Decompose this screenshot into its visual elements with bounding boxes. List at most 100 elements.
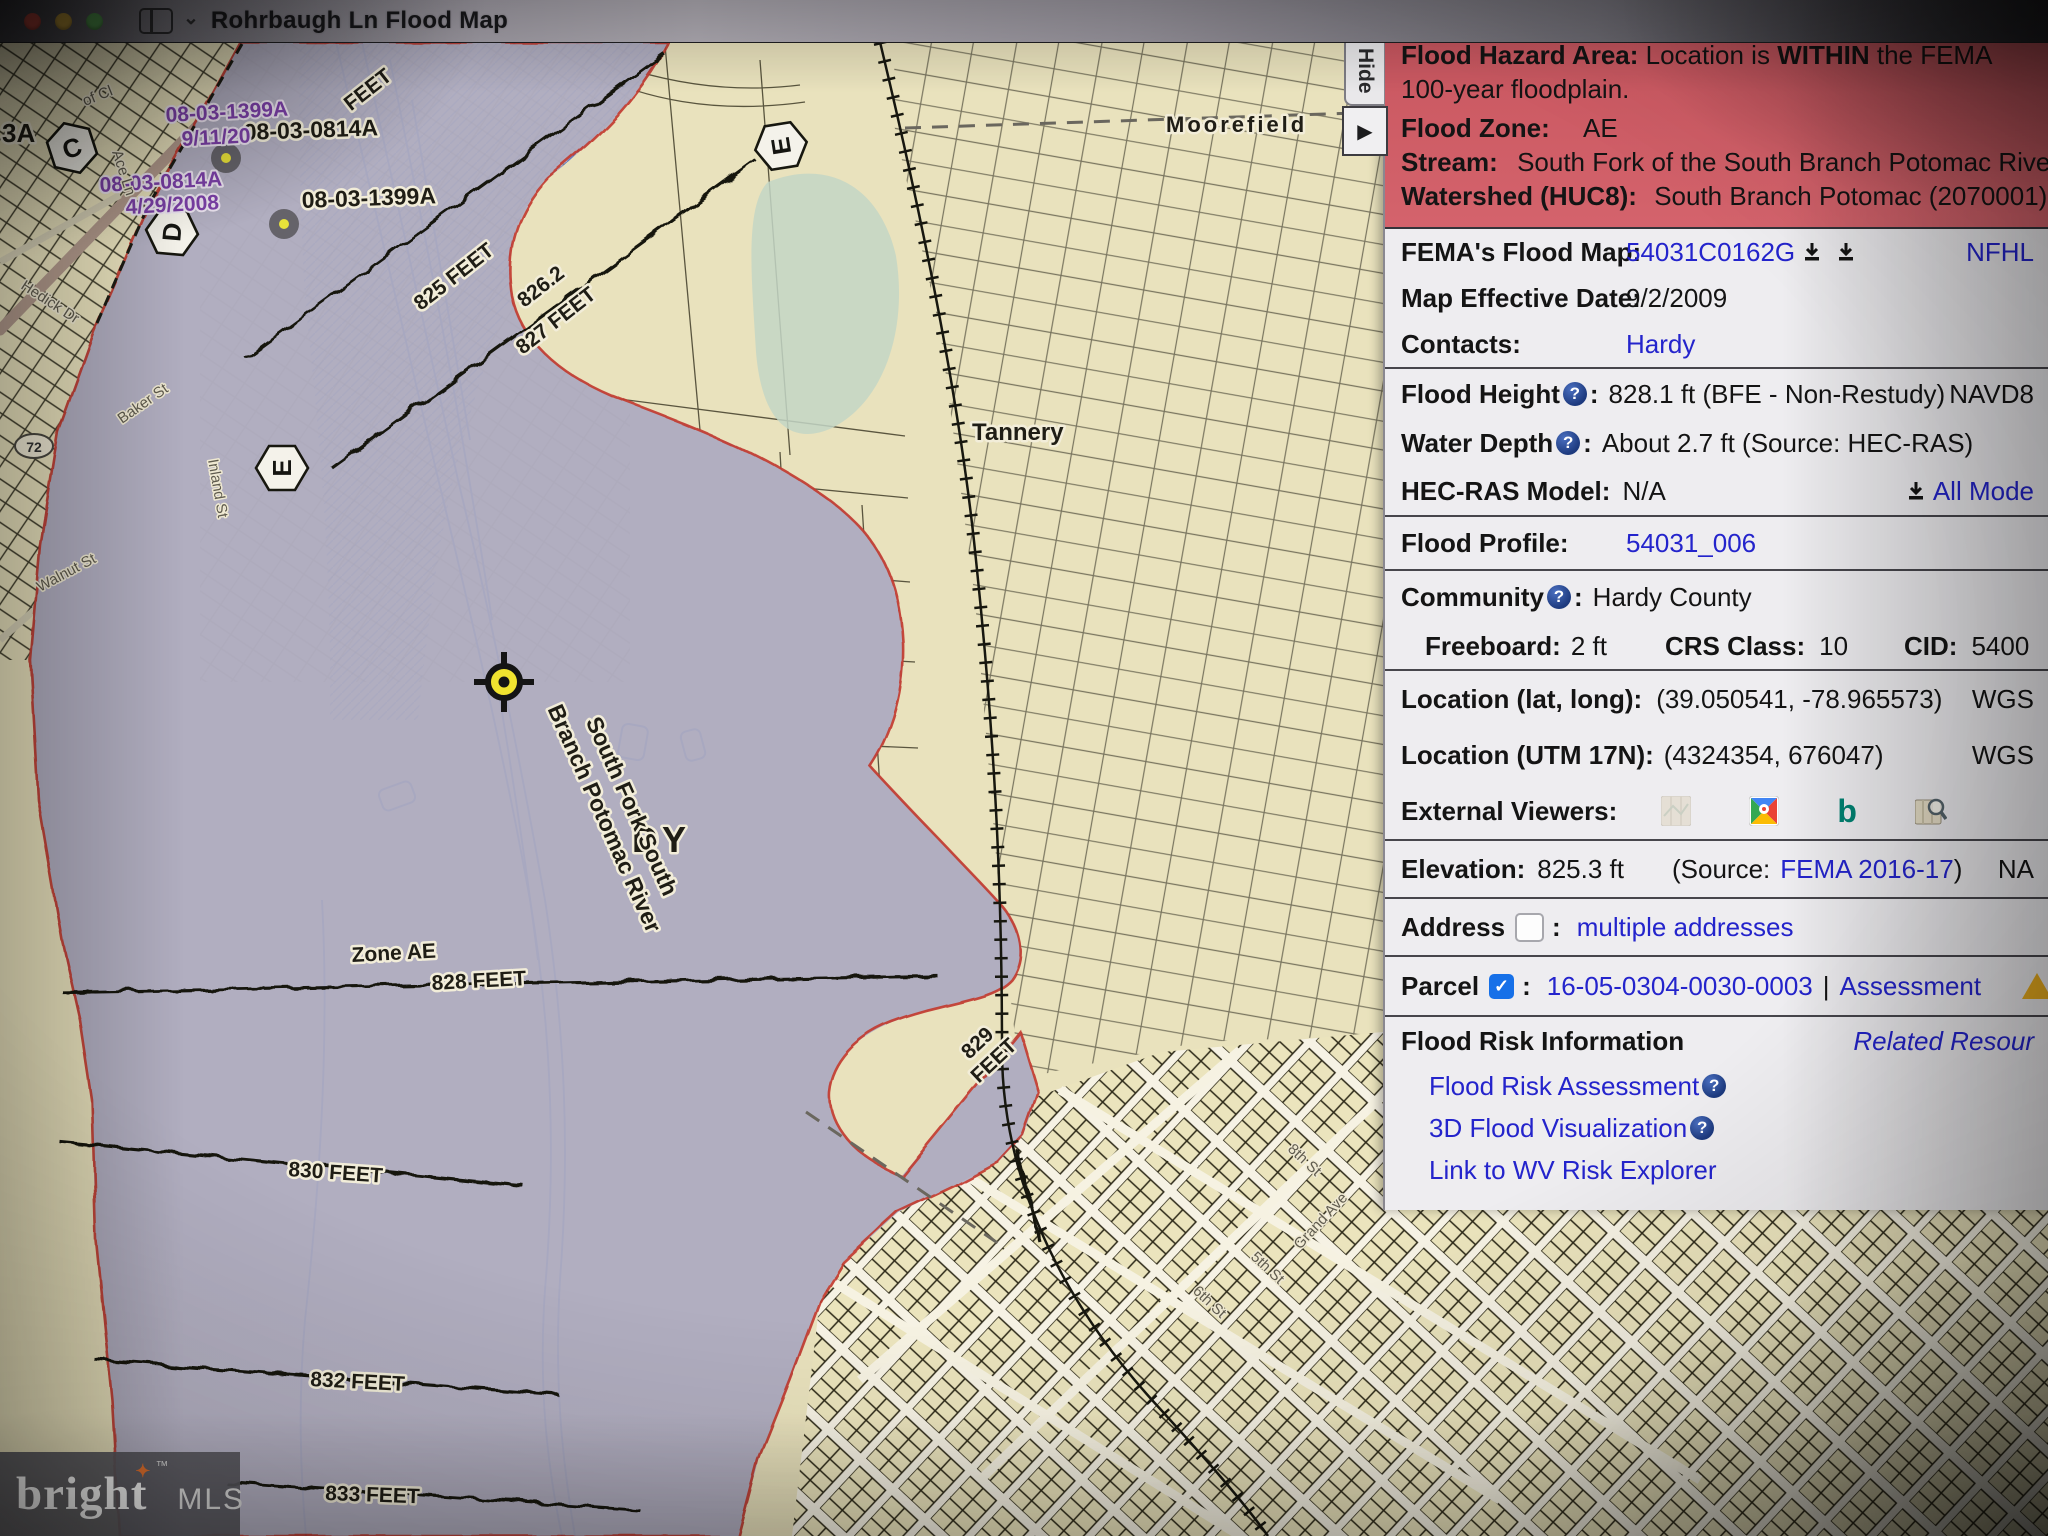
flood-profile-link[interactable]: 54031_006 xyxy=(1626,528,1756,559)
row-water-depth: Water Depth : About 2.7 ft (Source: HEC-… xyxy=(1385,419,2048,467)
latlong-datum: WGS xyxy=(1972,684,2034,715)
fema-map-label: FEMA's Flood Map: xyxy=(1401,237,1626,268)
flood-risk-assessment-link[interactable]: Flood Risk Assessment xyxy=(1429,1071,1699,1102)
hazard-line2: 100-year floodplain. xyxy=(1401,72,2034,106)
row-address: Address : multiple addresses xyxy=(1385,899,2048,955)
screen: C D E E xyxy=(0,0,2048,1536)
hazard-within: WITHIN xyxy=(1777,40,1869,70)
help-icon[interactable] xyxy=(1547,585,1571,609)
google-maps-icon[interactable] xyxy=(1749,796,1779,826)
address-checkbox[interactable] xyxy=(1515,913,1544,942)
hec-ras-label: HEC-RAS Model: xyxy=(1401,476,1610,507)
flood-risk-title: Flood Risk Information xyxy=(1401,1026,1684,1057)
window-title: Rohrbaugh Ln Flood Map xyxy=(211,7,508,35)
mls-label: MLS xyxy=(177,1483,245,1517)
row-freeboard-crs-cid: Freeboard: 2 ft CRS Class: 10 CID: 5400 xyxy=(1385,623,2048,669)
external-viewers-label: External Viewers: xyxy=(1401,796,1617,827)
cid-label: CID: xyxy=(1904,631,1957,662)
crs-class-value: 10 xyxy=(1819,631,1848,662)
fema-map-link[interactable]: 54031C0162G xyxy=(1626,237,1795,268)
window-titlebar: ⌄ Rohrbaugh Ln Flood Map xyxy=(0,0,2048,43)
flood-height-value: 828.1 ft (BFE - Non-Restudy) xyxy=(1609,379,1946,410)
zoom-window-icon[interactable] xyxy=(86,13,103,30)
help-icon[interactable] xyxy=(1563,382,1587,406)
bright-logo: bright✦™ xyxy=(16,1471,147,1518)
row-3d-flood-visualization: 3D Flood Visualization xyxy=(1385,1107,2048,1149)
close-window-icon[interactable] xyxy=(24,13,41,30)
utm-label: Location (UTM 17N): xyxy=(1401,740,1654,771)
elevation-source-link[interactable]: FEMA 2016-17 xyxy=(1780,854,1953,885)
all-models-link[interactable]: All Mode xyxy=(1933,476,2034,507)
trademark: ™ xyxy=(155,1459,169,1472)
label-bfe-833: 833 FEET xyxy=(325,1482,420,1508)
related-resources-link[interactable]: Related Resour xyxy=(1853,1026,2034,1057)
watershed-value: South Branch Potomac (2070001) xyxy=(1654,181,2047,211)
sidebar-toggle-icon[interactable] xyxy=(139,8,173,34)
flood-info-panel: Flood Hazard Area: Location is WITHIN th… xyxy=(1383,28,2048,1210)
bing-maps-icon[interactable]: b xyxy=(1837,796,1857,826)
utm-datum: WGS xyxy=(1972,740,2034,771)
latlong-label: Location (lat, long): xyxy=(1401,684,1642,715)
assessment-link[interactable]: Assessment xyxy=(1840,971,1982,1002)
row-flood-risk-assessment: Flood Risk Assessment xyxy=(1385,1065,2048,1107)
route-shield: 72 xyxy=(15,434,53,458)
community-value: Hardy County xyxy=(1593,582,1752,613)
bright-mls-watermark: bright✦™ MLS xyxy=(0,1452,240,1536)
flood-height-datum: NAVD8 xyxy=(1949,379,2034,410)
faded-map-viewer-icon[interactable] xyxy=(1661,796,1691,826)
row-wv-risk-explorer: Link to WV Risk Explorer xyxy=(1385,1149,2048,1191)
collapse-panel-arrow-button[interactable] xyxy=(1342,106,1388,156)
hide-panel-tab[interactable]: Hide xyxy=(1344,36,1384,106)
label-firm-panel-1399: 08-03-1399A xyxy=(301,182,436,213)
hex-letter: D xyxy=(156,221,188,242)
row-flood-risk-header: Flood Risk Information Related Resour xyxy=(1385,1017,2048,1065)
warning-triangle-icon xyxy=(2022,973,2048,999)
download-icon[interactable] xyxy=(1801,241,1823,263)
wv-risk-explorer-link[interactable]: Link to WV Risk Explorer xyxy=(1429,1155,1717,1186)
water-depth-label: Water Depth xyxy=(1401,428,1553,459)
hex-marker-e1: E xyxy=(256,446,308,490)
row-external-viewers: External Viewers: b xyxy=(1385,783,2048,839)
hazard-text2: the FEMA xyxy=(1877,40,1993,70)
download-icon[interactable] xyxy=(1835,241,1857,263)
help-icon[interactable] xyxy=(1690,1116,1714,1140)
map-search-icon[interactable] xyxy=(1915,796,1947,826)
flood-zone-label: Flood Zone: xyxy=(1401,113,1550,143)
contacts-link[interactable]: Hardy xyxy=(1626,329,1695,360)
freeboard-value: 2 ft xyxy=(1571,631,1607,662)
row-contacts: Contacts: Hardy xyxy=(1385,321,2048,367)
flood-visualization-link[interactable]: 3D Flood Visualization xyxy=(1429,1113,1687,1144)
row-flood-height: Flood Height : 828.1 ft (BFE - Non-Restu… xyxy=(1385,369,2048,419)
elevation-source-suffix: ) xyxy=(1954,854,1963,885)
row-fema-flood-map: FEMA's Flood Map: 54031C0162G NFHL xyxy=(1385,229,2048,275)
elevation-label: Elevation: xyxy=(1401,854,1525,885)
label-moorefield: Moorefield xyxy=(1166,112,1307,137)
latlong-value: (39.050541, -78.965573) xyxy=(1656,684,1942,715)
parcel-label: Parcel xyxy=(1401,971,1479,1002)
chevron-down-icon[interactable]: ⌄ xyxy=(183,7,199,30)
parcel-divider: | xyxy=(1823,971,1830,1002)
nfhl-link[interactable]: NFHL xyxy=(1966,237,2034,268)
address-link[interactable]: multiple addresses xyxy=(1577,912,1794,943)
hazard-label: Flood Hazard Area: xyxy=(1401,40,1638,70)
parcel-id-link[interactable]: 16-05-0304-0030-0003 xyxy=(1547,971,1813,1002)
hex-letter: E xyxy=(267,459,297,476)
elevation-datum: NA xyxy=(1998,854,2034,885)
row-elevation: Elevation: 825.3 ft (Source: FEMA 2016-1… xyxy=(1385,841,2048,897)
download-icon[interactable] xyxy=(1905,480,1927,502)
parcel-checkbox[interactable] xyxy=(1489,974,1514,999)
route-number: 72 xyxy=(26,439,42,455)
help-icon[interactable] xyxy=(1556,431,1580,455)
help-icon[interactable] xyxy=(1702,1074,1726,1098)
stream-value: South Fork of the South Branch Potomac R… xyxy=(1517,147,2048,177)
contacts-label: Contacts: xyxy=(1401,329,1626,360)
label-photo-0814-date: 4/29/2008 xyxy=(125,191,220,219)
minimize-window-icon[interactable] xyxy=(55,13,72,30)
label-photo-1399-date: 9/11/20 xyxy=(181,124,251,151)
effective-date-value: 9/2/2009 xyxy=(1626,283,1727,314)
stream-label: Stream: xyxy=(1401,147,1498,177)
community-label: Community xyxy=(1401,582,1544,613)
label-tannery: Tannery xyxy=(972,419,1064,446)
row-hec-ras: HEC-RAS Model: N/A All Mode xyxy=(1385,467,2048,515)
label-zone-ae: Zone AE xyxy=(351,940,436,967)
